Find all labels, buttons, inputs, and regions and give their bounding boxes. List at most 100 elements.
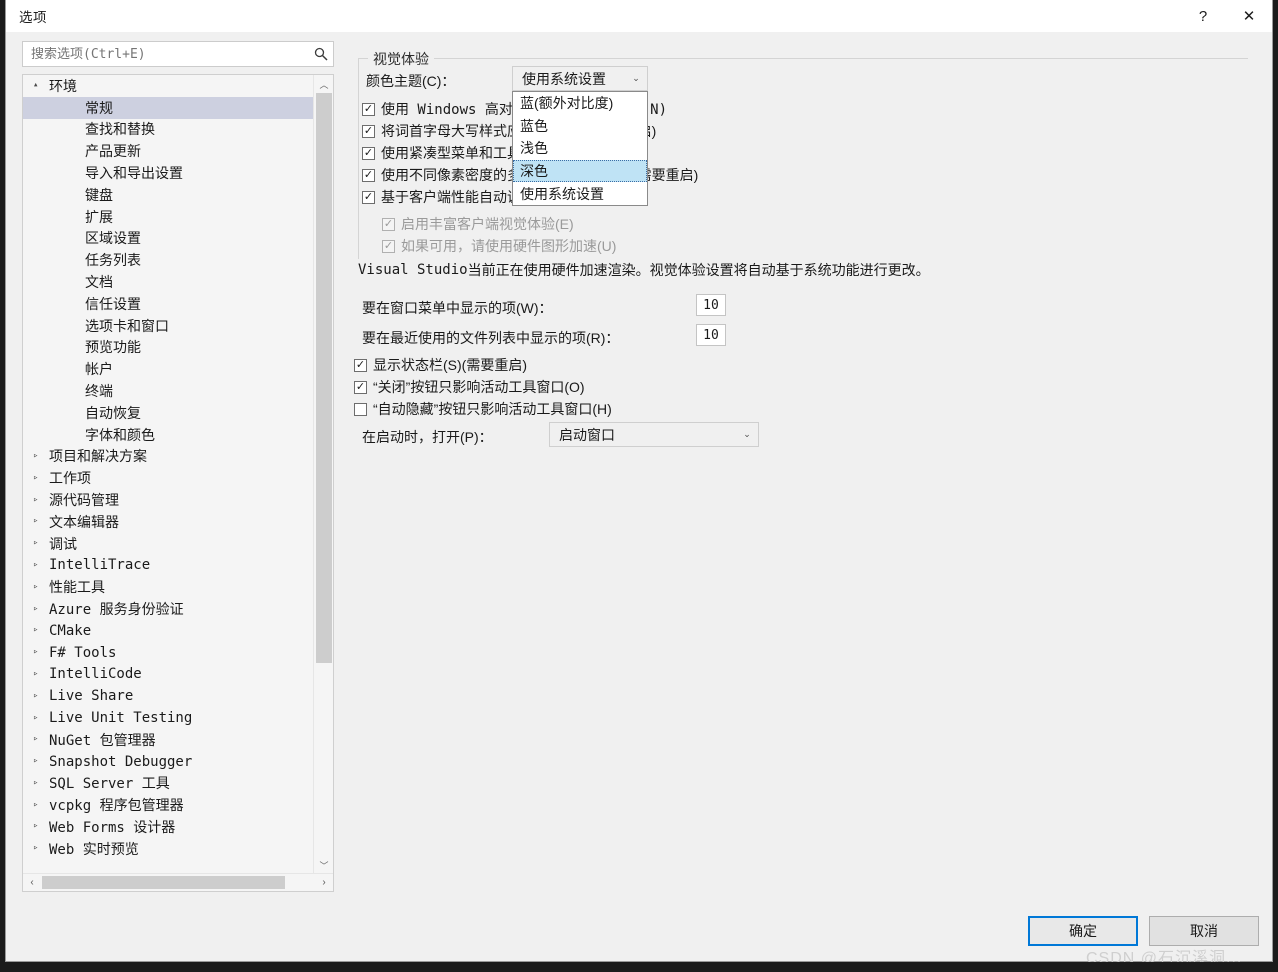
tree-item-label: 导入和导出设置 bbox=[85, 166, 183, 183]
tree-item[interactable]: ▹ 源代码管理 bbox=[23, 489, 313, 511]
chevron-right-icon[interactable]: ▹ bbox=[33, 648, 47, 657]
tree-item[interactable]: ▴ 环境 bbox=[23, 75, 313, 97]
tree-item[interactable]: ▹ NuGet 包管理器 bbox=[23, 729, 313, 751]
tree-item[interactable]: ▹ 项目和解决方案 bbox=[23, 446, 313, 468]
checkbox-label: 显示状态栏(S)(需要重启) bbox=[373, 357, 527, 373]
dropdown-option[interactable]: 蓝色 bbox=[513, 115, 647, 138]
dialog-title: 选项 bbox=[19, 10, 47, 25]
horizontal-scroll-thumb[interactable] bbox=[42, 876, 285, 889]
chevron-down-icon[interactable]: ▴ bbox=[33, 81, 47, 90]
checkbox-autohide-button-active-tool-window[interactable]: “自动隐藏”按钮只影响活动工具窗口(H) bbox=[354, 399, 612, 419]
search-box[interactable] bbox=[22, 41, 334, 67]
chevron-right-icon[interactable]: ▹ bbox=[33, 517, 47, 526]
window-menu-items-input[interactable] bbox=[696, 294, 726, 316]
checkbox-close-button-active-tool-window[interactable]: ✓ “关闭”按钮只影响活动工具窗口(O) bbox=[354, 377, 585, 397]
checkbox-box: ✓ bbox=[362, 168, 375, 182]
tree-item-label: NuGet 包管理器 bbox=[49, 732, 156, 749]
tree-item[interactable]: ▹ Live Share bbox=[23, 685, 313, 707]
dropdown-option[interactable]: 浅色 bbox=[513, 137, 647, 160]
tree-item[interactable]: 常规 bbox=[23, 96, 313, 119]
tree-item[interactable]: ▹ IntelliCode bbox=[23, 664, 313, 686]
recent-files-input[interactable] bbox=[696, 324, 726, 346]
tree-item[interactable]: 终端 bbox=[23, 380, 313, 402]
dropdown-option[interactable]: 深色 bbox=[513, 159, 647, 183]
tree-item[interactable]: ▹ 调试 bbox=[23, 533, 313, 555]
chevron-right-icon[interactable]: ▹ bbox=[33, 757, 47, 766]
chevron-right-icon[interactable]: ▹ bbox=[33, 735, 47, 744]
tree-item[interactable]: 扩展 bbox=[23, 206, 313, 228]
tree-item-label: 环境 bbox=[49, 78, 77, 95]
tree-item[interactable]: ▹ vcpkg 程序包管理器 bbox=[23, 794, 313, 816]
chevron-right-icon[interactable]: ▹ bbox=[33, 713, 47, 723]
tree-item[interactable]: 选项卡和窗口 bbox=[23, 315, 313, 337]
tree-item[interactable]: ▹ IntelliTrace bbox=[23, 555, 313, 577]
tree-item[interactable]: ▹ Web Forms 设计器 bbox=[23, 816, 313, 838]
startup-label: 在启动时，打开(P)： bbox=[362, 429, 493, 445]
tree-item[interactable]: ▹ SQL Server 工具 bbox=[23, 773, 313, 795]
recent-files-label: 要在最近使用的文件列表中显示的项(R)： bbox=[362, 330, 620, 346]
chevron-right-icon[interactable]: ▹ bbox=[33, 539, 47, 548]
help-icon[interactable]: ? bbox=[1180, 0, 1226, 32]
chevron-right-icon[interactable]: ▹ bbox=[33, 844, 47, 853]
tree-vertical-scrollbar[interactable]: ︿ ﹀ bbox=[313, 75, 333, 874]
tree-item-label: 调试 bbox=[49, 536, 77, 553]
checkbox-show-status-bar[interactable]: ✓ 显示状态栏(S)(需要重启) bbox=[354, 355, 527, 375]
tree-item-label: Azure 服务身份验证 bbox=[49, 602, 184, 619]
tree-item[interactable]: 信任设置 bbox=[23, 293, 313, 315]
tree-scroll-area[interactable]: ▴ 环境 常规 查找和替换 产品更新导入和导出设置 键盘 扩展 区域设置 任务列表 文档 信任设置选… bbox=[23, 75, 313, 874]
options-dialog: 选项 ? ✕ ▴环境常规查找和替换产品更新导入和导出设置键盘扩展区域设置任务列表… bbox=[5, 0, 1273, 967]
chevron-right-icon[interactable]: ▹ bbox=[33, 691, 47, 701]
tree-item[interactable]: 产品更新 bbox=[23, 140, 313, 162]
tree-item[interactable]: ▹ Live Unit Testing bbox=[23, 707, 313, 729]
info-text-body: 当前正在使用硬件加速渲染。视觉体验设置将自动基于系统功能进行更改。 bbox=[467, 262, 930, 278]
scroll-left-icon[interactable]: ‹ bbox=[23, 874, 41, 891]
cancel-button[interactable]: 取消 bbox=[1149, 916, 1259, 946]
tree-item[interactable]: ▹ 文本编辑器 bbox=[23, 511, 313, 533]
chevron-right-icon[interactable]: ▹ bbox=[33, 822, 47, 831]
scroll-up-icon[interactable]: ︿ bbox=[314, 75, 334, 93]
tree-item[interactable]: 自动恢复 bbox=[23, 402, 313, 424]
color-theme-dropdown[interactable]: 使用系统设置 ⌄ bbox=[512, 66, 648, 91]
tree-item[interactable]: 预览功能 bbox=[23, 337, 313, 359]
chevron-right-icon[interactable]: ▹ bbox=[33, 560, 47, 570]
tree-item[interactable]: 查找和替换 bbox=[23, 119, 313, 141]
tree-item[interactable]: ▹ Azure 服务身份验证 bbox=[23, 598, 313, 620]
tree-item[interactable]: 键盘 bbox=[23, 184, 313, 206]
checkbox-box: ✓ bbox=[382, 217, 395, 231]
vertical-scroll-thumb[interactable] bbox=[316, 93, 332, 663]
tree-item[interactable]: ▹ F# Tools bbox=[23, 642, 313, 664]
dropdown-option[interactable]: 蓝(额外对比度) bbox=[513, 92, 647, 115]
tree-item[interactable]: ▹ 性能工具 bbox=[23, 576, 313, 598]
ok-button[interactable]: 确定 bbox=[1028, 916, 1138, 946]
chevron-right-icon[interactable]: ▹ bbox=[33, 800, 47, 810]
tree-item[interactable]: 区域设置 bbox=[23, 228, 313, 250]
tree-item[interactable]: 帐户 bbox=[23, 358, 313, 380]
scroll-down-icon[interactable]: ﹀ bbox=[314, 856, 334, 874]
tree-item[interactable]: 任务列表 bbox=[23, 249, 313, 271]
startup-dropdown[interactable]: 启动窗口 ⌄ bbox=[549, 422, 759, 447]
chevron-right-icon[interactable]: ▹ bbox=[33, 473, 47, 483]
dropdown-option[interactable]: 使用系统设置 bbox=[513, 182, 647, 205]
scroll-right-icon[interactable]: › bbox=[315, 874, 333, 891]
tree-item[interactable]: 文档 bbox=[23, 271, 313, 293]
tree-horizontal-scrollbar[interactable]: ‹ › bbox=[23, 873, 333, 891]
chevron-right-icon[interactable]: ▹ bbox=[33, 604, 47, 614]
tree-item[interactable]: ▹ Snapshot Debugger bbox=[23, 751, 313, 773]
chevron-right-icon[interactable]: ▹ bbox=[33, 495, 47, 505]
search-icon[interactable] bbox=[309, 47, 333, 61]
backdrop-left bbox=[0, 0, 5, 972]
chevron-right-icon[interactable]: ▹ bbox=[33, 626, 47, 635]
search-input[interactable] bbox=[23, 46, 309, 62]
chevron-right-icon[interactable]: ▹ bbox=[33, 451, 47, 461]
chevron-right-icon[interactable]: ▹ bbox=[33, 778, 47, 788]
color-theme-dropdown-list[interactable]: 蓝(额外对比度) 蓝色 浅色 深色 使用系统设置 bbox=[512, 91, 648, 206]
chevron-right-icon[interactable]: ▹ bbox=[33, 669, 47, 679]
tree-item[interactable]: ▹ 工作项 bbox=[23, 467, 313, 489]
tree-item[interactable]: 导入和导出设置 bbox=[23, 162, 313, 184]
chevron-right-icon[interactable]: ▹ bbox=[33, 582, 47, 592]
tree-item[interactable]: ▹ Web 实时预览 bbox=[23, 838, 313, 860]
tree-item[interactable]: ▹ CMake bbox=[23, 620, 313, 642]
close-icon[interactable]: ✕ bbox=[1226, 0, 1272, 32]
options-tree[interactable]: ▴ 环境 常规 查找和替换 产品更新导入和导出设置 键盘 扩展 区域设置 任务列表 文档 信任设置选… bbox=[22, 74, 334, 892]
tree-item[interactable]: 字体和颜色 bbox=[23, 424, 313, 446]
